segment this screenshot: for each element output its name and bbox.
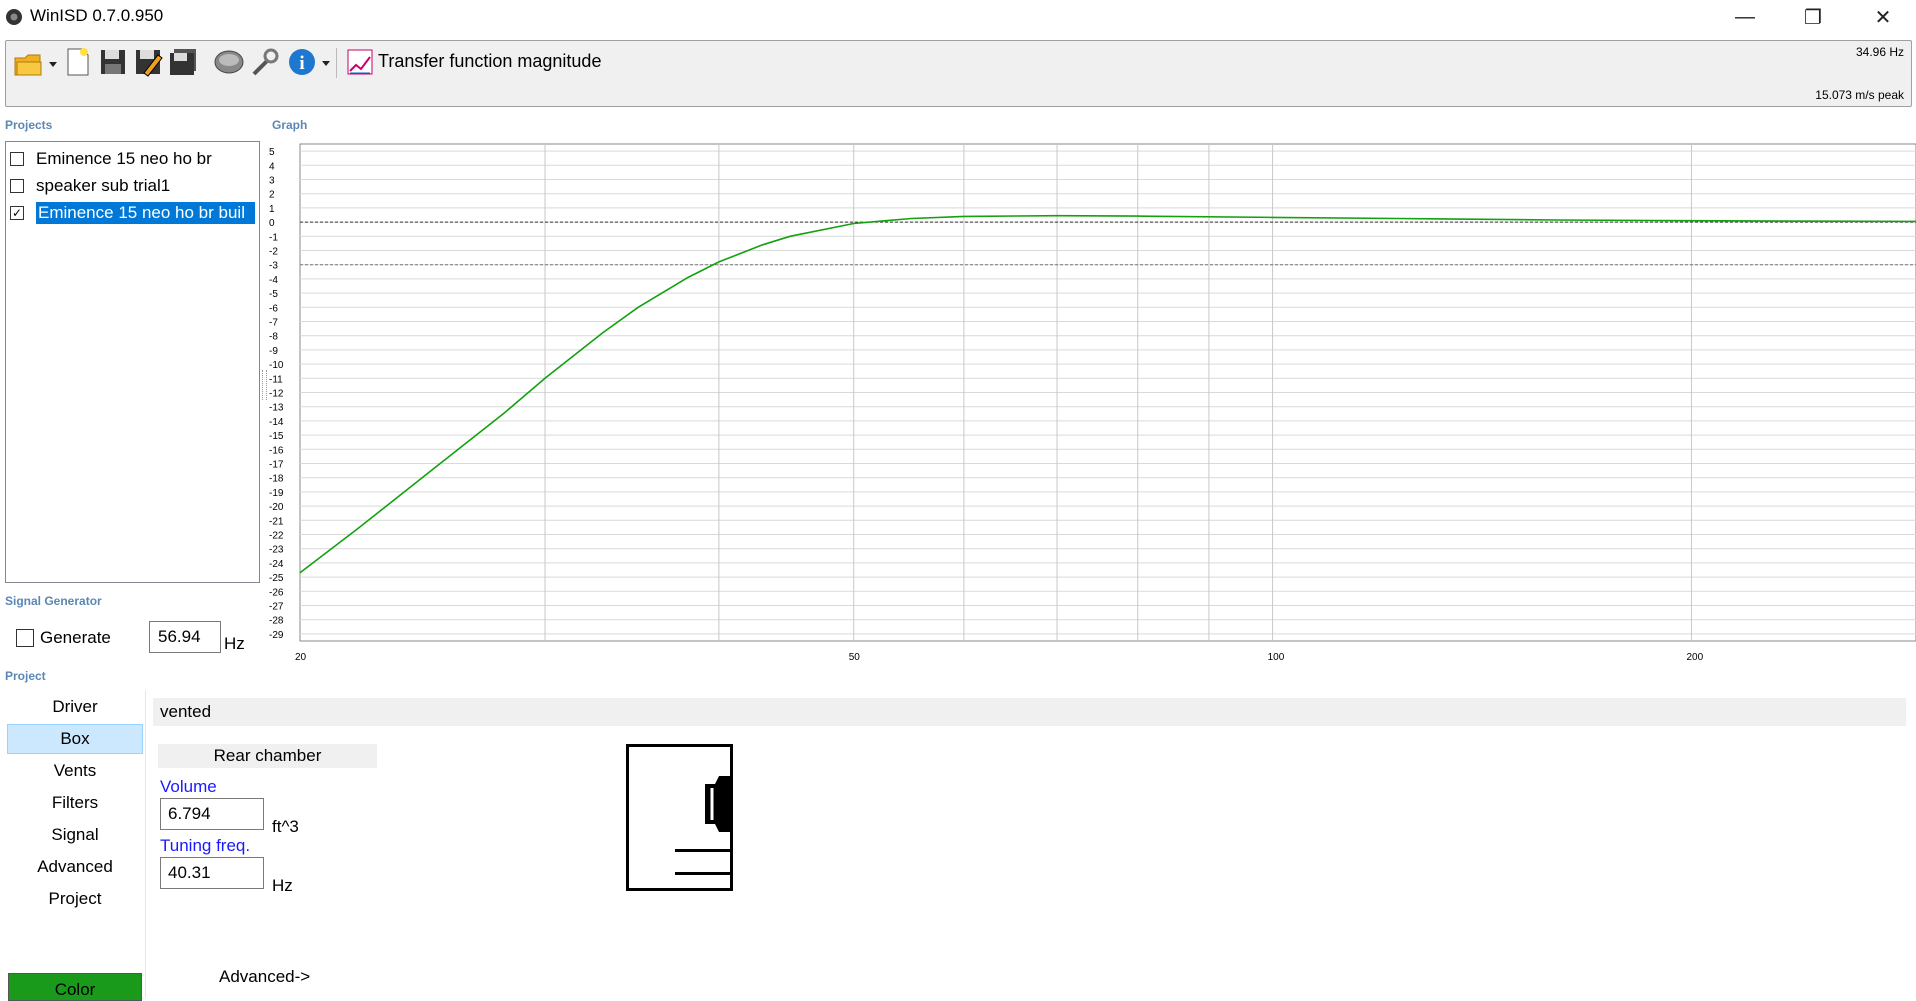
signal-frequency-input[interactable]	[149, 621, 221, 653]
y-tick-label: -21	[269, 516, 284, 527]
nav-advanced[interactable]: Advanced	[7, 852, 143, 882]
y-tick-label: 1	[269, 204, 275, 215]
y-tick-label: -29	[269, 630, 284, 641]
new-file-icon[interactable]	[62, 44, 94, 80]
app-icon	[6, 9, 22, 25]
save-all-icon[interactable]	[168, 44, 200, 80]
save-icon[interactable]	[97, 44, 129, 80]
project-item[interactable]: speaker sub trial1	[10, 173, 255, 198]
close-button[interactable]: ✕	[1850, 0, 1916, 34]
tools-icon[interactable]	[249, 44, 281, 80]
project-checkbox[interactable]	[10, 178, 24, 193]
y-tick-label: -5	[269, 289, 278, 300]
advanced-link[interactable]: Advanced->	[219, 967, 310, 987]
nav-filters[interactable]: Filters	[7, 788, 143, 818]
svg-text:i: i	[299, 53, 304, 74]
y-tick-label: 5	[269, 147, 275, 158]
tuning-freq-label: Tuning freq.	[160, 836, 251, 855]
minimize-button[interactable]: —	[1712, 0, 1778, 34]
y-tick-label: 0	[269, 218, 275, 229]
nav-vents[interactable]: Vents	[7, 756, 143, 786]
nav-project[interactable]: Project	[7, 884, 143, 914]
y-tick-label: -26	[269, 587, 284, 598]
projects-section-label: Projects	[5, 118, 53, 132]
graph-section-label: Graph	[272, 118, 308, 132]
nav-driver[interactable]: Driver	[7, 692, 143, 722]
y-tick-label: -13	[269, 403, 284, 414]
rear-chamber-header: Rear chamber	[158, 744, 377, 768]
y-tick-label: -9	[269, 346, 278, 357]
generate-label: Generate	[40, 628, 111, 647]
project-checkbox-checked[interactable]: ✓	[10, 205, 24, 220]
window-title: WinISD 0.7.0.950	[30, 6, 164, 25]
x-tick-label: 100	[1268, 652, 1285, 663]
y-tick-label: -6	[269, 303, 278, 314]
project-name: Eminence 15 neo ho br	[36, 148, 212, 168]
y-tick-label: -27	[269, 602, 284, 613]
y-tick-label: -4	[269, 275, 278, 286]
project-checkbox[interactable]	[10, 151, 24, 166]
project-item[interactable]: Eminence 15 neo ho br	[10, 146, 255, 171]
x-tick-labels: 20 50 100 200	[295, 652, 1704, 663]
y-tick-label: -10	[269, 360, 284, 371]
signal-frequency-unit: Hz	[224, 634, 245, 653]
open-folder-icon[interactable]	[12, 44, 60, 80]
y-tick-label: -18	[269, 474, 284, 485]
project-section-label: Project	[5, 669, 46, 683]
volume-input[interactable]: 6.794	[160, 798, 264, 830]
vented-box-diagram	[626, 744, 733, 891]
y-tick-label: -7	[269, 318, 278, 329]
y-tick-label: -22	[269, 531, 284, 542]
graph-title-label: Transfer function magnitude	[378, 51, 602, 71]
y-tick-label: -12	[269, 389, 284, 400]
generate-checkbox-row[interactable]: Generate	[16, 628, 111, 648]
tuning-freq-input[interactable]: 40.31	[160, 857, 264, 889]
y-tick-label: -19	[269, 488, 284, 499]
signal-generator-section-label: Signal Generator	[5, 594, 102, 608]
y-tick-label: -2	[269, 247, 278, 258]
save-as-icon[interactable]	[133, 44, 165, 80]
x-tick-label: 200	[1686, 652, 1703, 663]
nav-signal[interactable]: Signal	[7, 820, 143, 850]
y-tick-label: -15	[269, 431, 284, 442]
info-icon[interactable]: i	[286, 44, 334, 80]
y-tick-label: -23	[269, 545, 284, 556]
title-bar: WinISD 0.7.0.950 — ❐ ✕	[0, 0, 1916, 34]
y-tick-label: 2	[269, 190, 275, 201]
y-tick-label: -20	[269, 502, 284, 513]
transfer-function-graph[interactable]: 5 4 3 2 1 0 -1 -2 -3 -4 -5 -6 -7 -8 -9 -10 -11 -12 -13 -14 -…	[265, 140, 1916, 670]
y-tick-label: -17	[269, 460, 284, 471]
maximize-button[interactable]: ❐	[1780, 0, 1846, 34]
nav-box[interactable]: Box	[7, 724, 143, 754]
y-tick-label: -24	[269, 559, 284, 570]
y-tick-label: -28	[269, 616, 284, 627]
generate-checkbox[interactable]	[16, 629, 34, 647]
box-type-selector[interactable]: vented	[153, 698, 1906, 726]
y-tick-label: -16	[269, 445, 284, 456]
y-tick-label: 4	[269, 161, 275, 172]
x-tick-label: 20	[295, 652, 307, 663]
y-tick-label: -1	[269, 232, 278, 243]
toolbar-separator	[336, 48, 337, 78]
volume-label: Volume	[160, 777, 217, 796]
panel-divider	[145, 690, 146, 998]
x-tick-label: 50	[849, 652, 861, 663]
y-tick-label: -25	[269, 573, 284, 584]
cursor-accel-readout: 15.073 m/s peak	[1815, 88, 1904, 102]
volume-unit: ft^3	[272, 817, 299, 836]
project-item-selected[interactable]: ✓ Eminence 15 neo ho br buil	[10, 200, 255, 225]
y-tick-labels: 5 4 3 2 1 0 -1 -2 -3 -4 -5 -6 -7 -8 -9 -10 -11 -12 -13 -14 -…	[269, 147, 284, 641]
tuning-freq-unit: Hz	[272, 876, 293, 895]
project-name: speaker sub trial1	[36, 175, 171, 195]
y-tick-label: -11	[269, 374, 283, 385]
y-tick-label: -8	[269, 332, 278, 343]
project-name: Eminence 15 neo ho br buil	[36, 201, 255, 224]
driver-icon[interactable]	[213, 44, 245, 80]
y-tick-label: 3	[269, 176, 275, 187]
graph-icon[interactable]	[344, 44, 376, 80]
y-tick-label: -14	[269, 417, 284, 428]
cursor-frequency-readout: 34.96 Hz	[1855, 45, 1904, 59]
color-button[interactable]: Color	[8, 973, 142, 1001]
y-tick-label: -3	[269, 261, 278, 272]
